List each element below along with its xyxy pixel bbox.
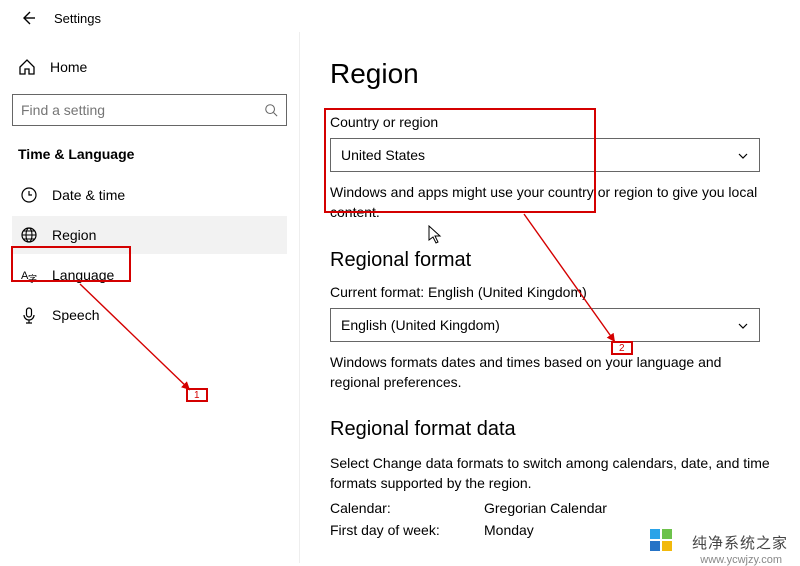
globe-icon [20, 226, 38, 244]
sidebar-nav: Date & time Region A字 Language [12, 176, 287, 334]
regional-format-group: Regional format Current format: English … [330, 249, 770, 393]
country-select[interactable]: United States [330, 138, 760, 172]
sidebar-item-date-time[interactable]: Date & time [12, 176, 287, 214]
chevron-down-icon [737, 319, 749, 331]
regional-format-select-value: English (United Kingdom) [341, 317, 500, 333]
sidebar-item-region[interactable]: Region [12, 216, 287, 254]
home-nav[interactable]: Home [12, 50, 287, 84]
arrow-left-icon [20, 10, 36, 26]
format-data-key: First day of week: [330, 522, 460, 538]
watermark-url: www.ycwjzy.com [700, 554, 782, 566]
format-data-value: Monday [484, 522, 534, 538]
mic-icon [20, 306, 38, 324]
clock-icon [20, 186, 38, 204]
window-title: Settings [54, 11, 101, 26]
back-button[interactable] [20, 10, 36, 26]
regional-format-heading: Regional format [330, 249, 770, 272]
svg-text:字: 字 [28, 273, 37, 284]
sidebar-item-label: Language [52, 267, 114, 283]
current-format-prefix: Current format: [330, 284, 428, 300]
home-icon [18, 58, 36, 76]
format-data-heading: Regional format data [330, 418, 770, 441]
titlebar: Settings [0, 0, 800, 32]
search-box[interactable] [12, 94, 287, 126]
country-group: Country or region United States Windows … [330, 114, 770, 223]
main-panel: Region Country or region United States W… [300, 32, 800, 563]
sidebar-item-label: Region [52, 227, 96, 243]
sidebar-item-language[interactable]: A字 Language [12, 256, 287, 294]
format-data-value: Gregorian Calendar [484, 500, 607, 516]
format-data-key: Calendar: [330, 500, 460, 516]
section-title: Time & Language [18, 146, 281, 162]
country-desc: Windows and apps might use your country … [330, 182, 770, 223]
sidebar: Home Time & Language Date & time [0, 32, 300, 563]
regional-format-desc: Windows formats dates and times based on… [330, 352, 770, 393]
country-label: Country or region [330, 114, 770, 130]
sidebar-item-speech[interactable]: Speech [12, 296, 287, 334]
lang-icon: A字 [20, 266, 38, 284]
format-data-row: Calendar: Gregorian Calendar [330, 500, 770, 516]
current-format-label: Current format: English (United Kingdom) [330, 284, 770, 300]
watermark-logo-icon [650, 529, 672, 551]
country-select-value: United States [341, 147, 425, 163]
format-data-desc: Select Change data formats to switch amo… [330, 453, 770, 494]
current-format-value: English (United Kingdom) [428, 284, 587, 300]
home-label: Home [50, 59, 87, 75]
sidebar-item-label: Date & time [52, 187, 125, 203]
search-icon [264, 103, 278, 117]
format-data-group: Regional format data Select Change data … [330, 418, 770, 538]
page-title: Region [330, 58, 770, 90]
watermark-text: 纯净系统之家 [692, 532, 788, 553]
sidebar-item-label: Speech [52, 307, 99, 323]
search-input[interactable] [21, 102, 264, 118]
regional-format-select[interactable]: English (United Kingdom) [330, 308, 760, 342]
chevron-down-icon [737, 149, 749, 161]
